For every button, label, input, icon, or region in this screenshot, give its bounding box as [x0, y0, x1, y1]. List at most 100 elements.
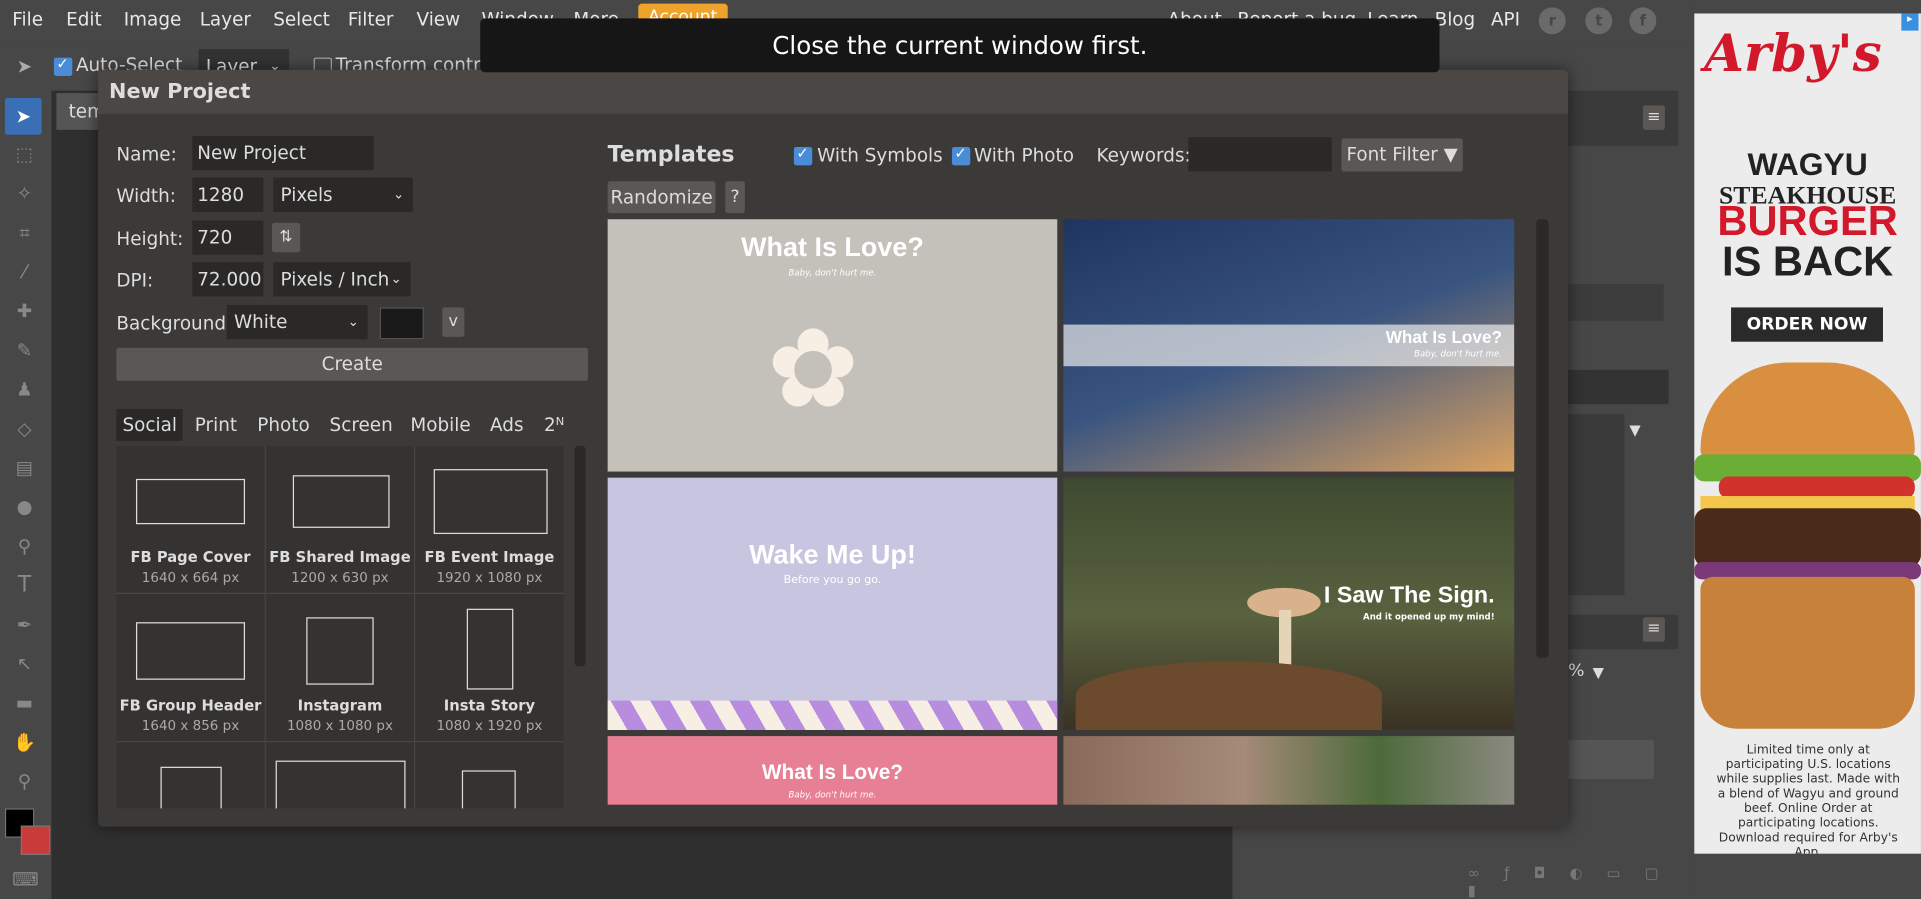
menu-view[interactable]: View — [417, 9, 461, 31]
menu-select[interactable]: Select — [273, 9, 330, 31]
with-photo-label: With Photo — [973, 144, 1074, 167]
template-title: What Is Love? — [1385, 327, 1502, 347]
presets-scrollbar[interactable] — [574, 445, 586, 667]
preset-more[interactable] — [415, 742, 564, 809]
template-title: What Is Love? — [761, 760, 904, 784]
text-tool-icon[interactable]: T — [12, 573, 37, 597]
wand-tool-icon[interactable]: ✧ — [12, 181, 37, 205]
burger-bun-bottom — [1700, 576, 1915, 729]
tab-mobile[interactable]: Mobile — [404, 409, 477, 441]
preset-more[interactable] — [265, 742, 416, 809]
ad-info-icon[interactable]: ▸ — [1901, 13, 1919, 31]
template-card[interactable]: What Is Love? Baby, don't hurt me. ✿ — [607, 219, 1058, 472]
chevron-down-icon: ▼ — [1592, 663, 1604, 681]
template-card[interactable]: Wake Me Up! Before you go go. — [607, 477, 1058, 730]
tab-social[interactable]: Social — [116, 409, 184, 441]
templates-help-button[interactable]: ? — [725, 181, 745, 214]
zoom-tool-icon[interactable]: ⚲ — [12, 769, 37, 793]
template-subtitle: Baby, don't hurt me. — [788, 789, 877, 800]
menu-layer[interactable]: Layer — [200, 9, 251, 31]
gradient-tool-icon[interactable]: ▤ — [12, 456, 37, 480]
preset-instagram[interactable]: Instagram 1080 x 1080 px — [265, 594, 416, 743]
font-filter-button[interactable]: Font Filter ▼ — [1341, 138, 1463, 172]
marquee-tool-icon[interactable]: ⬚ — [12, 142, 37, 166]
tab-power-of-two[interactable]: 2ᴺ — [538, 409, 571, 441]
template-card[interactable]: What Is Love? Baby, don't hurt me. — [1063, 219, 1515, 472]
tab-ads[interactable]: Ads — [484, 409, 530, 441]
keyboard-icon[interactable]: ⌨ — [12, 867, 39, 891]
menu-filter[interactable]: Filter — [348, 9, 394, 31]
swap-dimensions-icon[interactable]: ⇅ — [271, 222, 301, 253]
height-input[interactable]: 720 — [192, 220, 264, 255]
menu-edit[interactable]: Edit — [66, 9, 102, 31]
dpi-input[interactable]: 72.000 — [192, 262, 264, 297]
reddit-icon[interactable]: r — [1538, 7, 1566, 35]
preset-shape — [306, 617, 374, 685]
template-subtitle: Baby, don't hurt me. — [788, 268, 877, 279]
crop-tool-icon[interactable]: ⌗ — [12, 220, 37, 244]
panel-menu-icon[interactable]: ≡ — [1642, 617, 1665, 642]
with-symbols-checkbox[interactable] — [793, 145, 813, 166]
background-select[interactable]: White ⌄ — [226, 304, 368, 340]
layer-actions-icons[interactable]: ∞ ƒ ◘ ◐ ▭ ▢ ▮ — [1468, 865, 1691, 899]
template-card[interactable]: I Saw The Sign. And it opened up my mind… — [1063, 477, 1515, 730]
preset-fb-page-cover[interactable]: FB Page Cover 1640 x 664 px — [116, 445, 266, 595]
template-subtitle: Before you go go. — [783, 574, 882, 587]
width-unit-select[interactable]: Pixels ⌄ — [273, 177, 413, 212]
hand-tool-icon[interactable]: ✋ — [12, 730, 37, 754]
dpi-unit-select[interactable]: Pixels / Inch ⌄ — [273, 262, 411, 297]
menu-image[interactable]: Image — [124, 9, 182, 31]
template-card[interactable]: What Is Love? Baby, don't hurt me. — [607, 736, 1058, 805]
dodge-tool-icon[interactable]: ⚲ — [12, 534, 37, 558]
advertisement[interactable]: Arby's ▸ WAGYU STEAKHOUSE BURGER IS BACK… — [1694, 13, 1921, 854]
templates-scrollbar[interactable] — [1536, 219, 1549, 658]
keywords-input[interactable] — [1188, 137, 1332, 172]
facebook-icon[interactable]: f — [1629, 7, 1657, 35]
preset-shape — [461, 770, 516, 809]
background-color-swatch[interactable] — [20, 825, 51, 855]
tab-print[interactable]: Print — [189, 409, 244, 441]
pen-tool-icon[interactable]: ✒ — [12, 612, 37, 636]
link-api[interactable]: API — [1491, 9, 1520, 31]
auto-select-checkbox[interactable] — [53, 55, 73, 76]
preset-grid: FB Page Cover 1640 x 664 px FB Shared Im… — [116, 445, 564, 809]
brush-tool-icon[interactable]: ✎ — [12, 338, 37, 362]
tab-screen[interactable]: Screen — [323, 409, 398, 441]
name-input[interactable]: New Project — [192, 135, 374, 171]
preset-more[interactable] — [116, 742, 266, 809]
panel-menu-icon[interactable]: ≡ — [1642, 105, 1665, 130]
blur-tool-icon[interactable]: ● — [12, 495, 37, 519]
dpi-unit-value: Pixels / Inch — [280, 268, 390, 291]
template-card[interactable] — [1063, 736, 1515, 805]
eraser-tool-icon[interactable]: ◇ — [12, 416, 37, 440]
tab-photo[interactable]: Photo — [251, 409, 316, 441]
width-input[interactable]: 1280 — [192, 177, 264, 212]
template-stripes — [607, 700, 1058, 730]
dialog-titlebar[interactable]: New Project — [98, 69, 1569, 114]
preset-size: 1640 x 856 px — [141, 717, 240, 734]
twitter-icon[interactable]: t — [1585, 7, 1613, 35]
background-color-swatch[interactable] — [379, 307, 424, 340]
pinecone — [1075, 661, 1382, 730]
eyedropper-tool-icon[interactable]: ⁄ — [12, 260, 37, 284]
preset-name: FB Shared Image — [269, 548, 411, 566]
path-select-tool-icon[interactable]: ↖ — [12, 652, 37, 676]
randomize-button[interactable]: Randomize — [607, 181, 716, 214]
create-button[interactable]: Create — [116, 347, 589, 381]
keywords-label: Keywords: — [1096, 144, 1191, 167]
preset-fb-group-header[interactable]: FB Group Header 1640 x 856 px — [116, 594, 266, 743]
with-photo-checkbox[interactable] — [951, 145, 971, 166]
menu-file[interactable]: File — [12, 9, 43, 31]
move-tool-button[interactable]: ➤ — [4, 97, 42, 135]
stamp-tool-icon[interactable]: ♟ — [12, 377, 37, 401]
link-blog[interactable]: Blog — [1435, 9, 1476, 31]
preset-insta-story[interactable]: Insta Story 1080 x 1920 px — [415, 594, 564, 743]
preset-fb-shared-image[interactable]: FB Shared Image 1200 x 630 px — [265, 445, 416, 595]
preset-fb-event-image[interactable]: FB Event Image 1920 x 1080 px — [415, 445, 564, 595]
ad-order-now-button[interactable]: ORDER NOW — [1731, 307, 1883, 342]
healing-tool-icon[interactable]: ✚ — [12, 299, 37, 323]
shape-tool-icon[interactable]: ▬ — [12, 691, 37, 715]
chevron-down-icon: ⌄ — [390, 270, 402, 287]
background-v-button[interactable]: v — [442, 307, 465, 337]
preset-shape — [292, 475, 390, 528]
